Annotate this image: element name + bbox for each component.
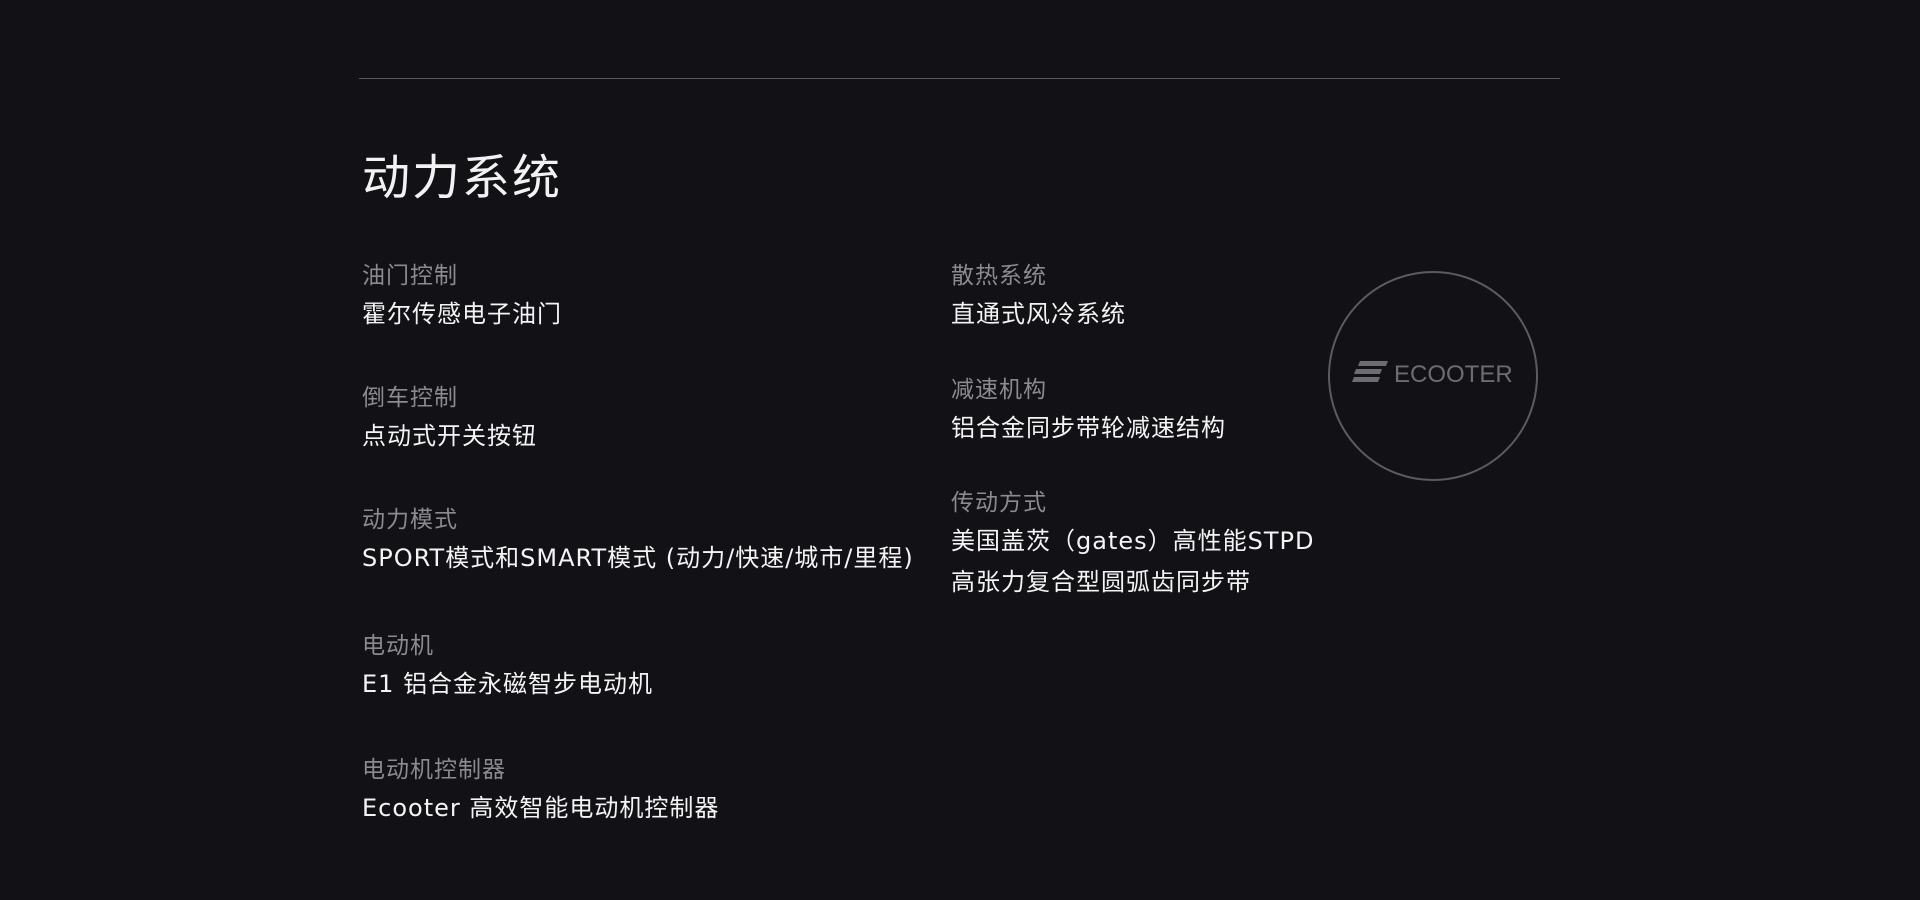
brand-logo-badge: ECOOTER [1328,271,1538,481]
spec-label: 油门控制 [362,263,458,289]
spec-transmission: 传动方式 美国盖茨（gates）高性能STPD 高张力复合型圆弧齿同步带 [951,488,1314,597]
ecooter-logo-icon [1352,361,1388,382]
spec-motor-controller: 电动机控制器 Ecooter 高效智能电动机控制器 [362,755,719,823]
spec-value: E1 铝合金永磁智步电动机 [362,670,654,698]
spec-reverse-control: 倒车控制 点动式开关按钮 [362,383,537,451]
spec-cooling-system: 散热系统 直通式风冷系统 [951,261,1126,329]
spec-value: 铝合金同步带轮减速结构 [951,414,1226,442]
spec-label: 动力模式 [362,507,458,533]
spec-motor: 电动机 E1 铝合金永磁智步电动机 [362,631,653,699]
spec-label: 倒车控制 [362,385,458,411]
spec-value: 高张力复合型圆弧齿同步带 [951,568,1251,596]
spec-value: 美国盖茨（gates）高性能STPD [951,527,1315,555]
spec-value: 霍尔传感电子油门 [362,300,562,328]
spec-value: 直通式风冷系统 [951,300,1126,328]
spec-value: SPORT模式和SMART模式 (动力/快速/城市/里程) [362,544,914,572]
spec-power-mode: 动力模式 SPORT模式和SMART模式 (动力/快速/城市/里程) [362,505,914,573]
section-title: 动力系统 [362,150,563,206]
top-divider [359,78,1560,79]
spec-label: 减速机构 [951,377,1047,403]
spec-label: 电动机控制器 [362,757,506,783]
spec-label: 传动方式 [951,490,1047,516]
spec-label: 电动机 [362,633,434,659]
spec-label: 散热系统 [951,263,1047,289]
spec-value: 点动式开关按钮 [362,422,537,450]
brand-logo-text: ECOOTER [1394,361,1513,388]
spec-throttle-control: 油门控制 霍尔传感电子油门 [362,261,562,329]
spec-reduction-mechanism: 减速机构 铝合金同步带轮减速结构 [951,375,1226,443]
spec-page: 动力系统 油门控制 霍尔传感电子油门 倒车控制 点动式开关按钮 动力模式 SPO… [0,0,1920,900]
spec-value: Ecooter 高效智能电动机控制器 [362,794,720,822]
